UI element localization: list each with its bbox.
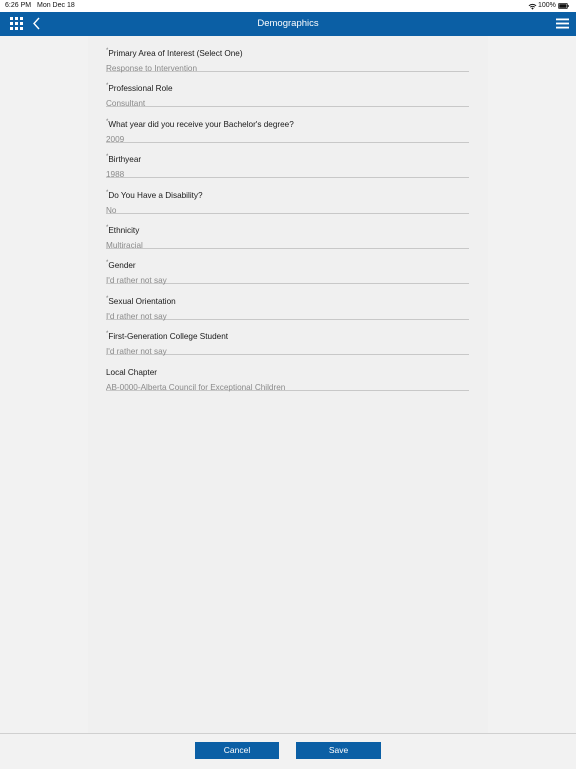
form-field[interactable]: *First-Generation College Student I'd rat…: [106, 320, 469, 356]
field-label-text: Primary Area of Interest (Select One): [108, 49, 243, 58]
field-label-text: Ethnicity: [108, 226, 140, 235]
battery-icon: [558, 3, 569, 9]
form-field[interactable]: *Ethnicity Multiracial: [106, 214, 469, 250]
page-title: Demographics: [257, 18, 319, 29]
required-marker: *: [106, 225, 109, 231]
field-label-text: Professional Role: [108, 84, 173, 94]
footer-bar: Cancel Save: [0, 733, 576, 769]
hamburger-menu-icon[interactable]: [556, 17, 569, 30]
field-label: *Gender: [106, 260, 136, 271]
form-field[interactable]: *Gender I'd rather not say: [106, 249, 469, 285]
form-field[interactable]: *Professional Role Consultant: [106, 72, 469, 108]
field-label: *Primary Area of Interest (Select One): [106, 48, 243, 58]
battery-percent: 100%: [538, 2, 556, 9]
form-field[interactable]: *Sexual Orientation I'd rather not say: [106, 285, 469, 321]
save-button[interactable]: Save: [296, 742, 381, 759]
required-marker: *: [106, 118, 109, 125]
form-field[interactable]: Local Chapter AB-0000-Alberta Council for…: [106, 356, 469, 392]
status-date: Mon Dec 18: [37, 2, 75, 9]
field-label: *Birthyear: [106, 154, 142, 165]
required-marker: *: [106, 295, 109, 302]
required-marker: *: [106, 48, 109, 54]
status-bar: 6:26 PM Mon Dec 18 100%: [0, 0, 576, 12]
status-time: 6:26 PM: [5, 2, 32, 9]
field-label-text: Local Chapter: [106, 367, 157, 377]
required-marker: *: [106, 189, 109, 196]
field-label: Local Chapter: [106, 368, 157, 377]
required-marker: *: [106, 331, 109, 338]
field-label: *Ethnicity: [106, 225, 140, 235]
form-field[interactable]: *What year did you receive your Bachelor…: [106, 108, 469, 144]
field-value: AB-0000-Alberta Council for Exceptional …: [106, 382, 286, 392]
demographics-form: *Primary Area of Interest (Select One) Re…: [88, 36, 488, 733]
form-field[interactable]: *Birthyear 1988: [106, 143, 469, 179]
field-label: *First-Generation College Student: [106, 331, 229, 342]
cancel-button[interactable]: Cancel: [195, 742, 279, 759]
field-label-text: Gender: [108, 261, 136, 271]
form-field[interactable]: *Primary Area of Interest (Select One) Re…: [106, 37, 469, 73]
field-label-text: Sexual Orientation: [108, 296, 176, 306]
field-label: *What year did you receive your Bachelor…: [106, 118, 294, 129]
field-label-text: Do You Have a Disability?: [108, 190, 203, 200]
field-label: *Sexual Orientation: [106, 295, 176, 306]
required-marker: *: [106, 260, 109, 267]
navigation-bar: Demographics: [0, 12, 576, 36]
field-label-text: First-Generation College Student: [108, 332, 229, 342]
wifi-icon: [528, 3, 537, 10]
required-marker: *: [106, 83, 109, 90]
field-label: *Do You Have a Disability?: [106, 189, 203, 200]
field-label: *Professional Role: [106, 83, 173, 94]
field-label-text: Birthyear: [108, 155, 142, 165]
field-label-text: What year did you receive your Bachelor'…: [108, 119, 294, 129]
form-field[interactable]: *Do You Have a Disability? No: [106, 179, 469, 215]
required-marker: *: [106, 154, 109, 161]
